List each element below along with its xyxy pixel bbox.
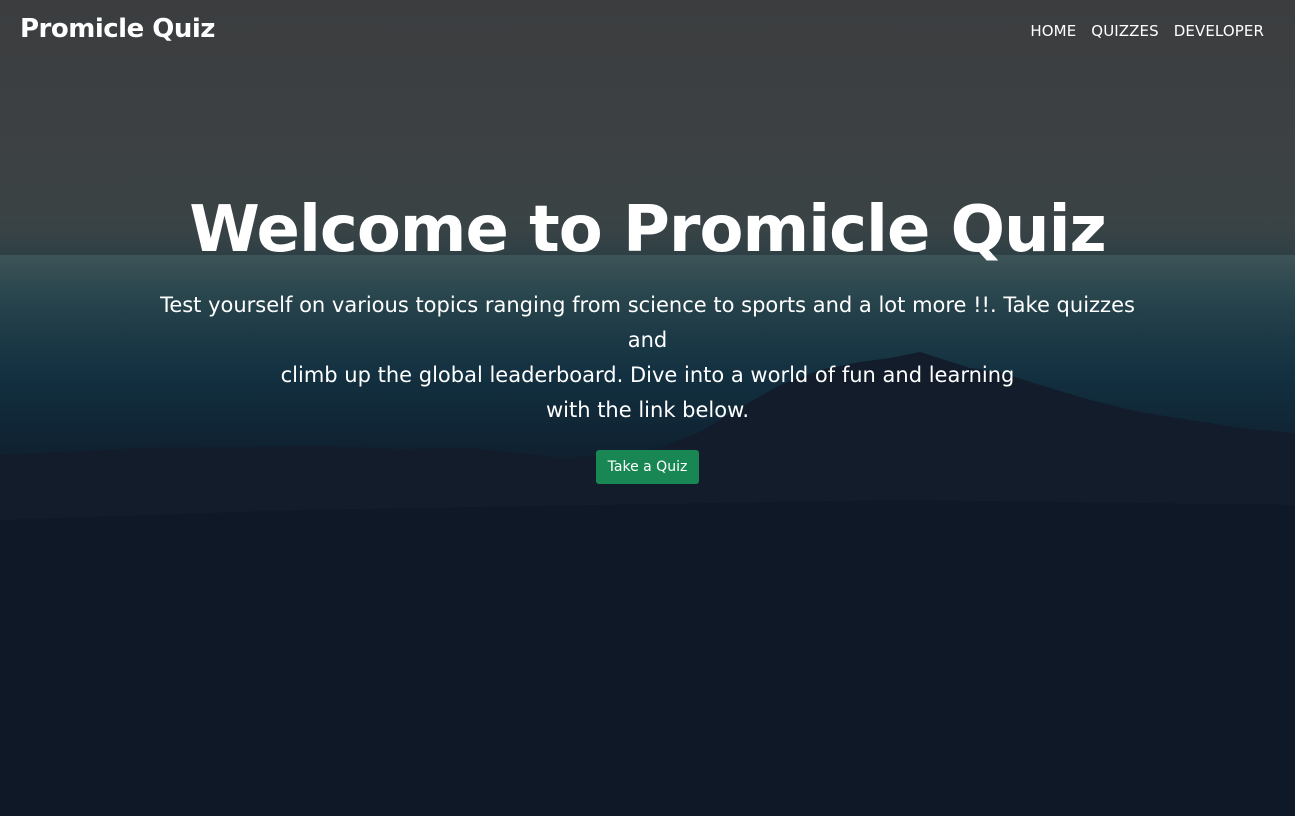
nav-link-developer[interactable]: DEVELOPER <box>1174 22 1264 40</box>
navbar: Promicle Quiz HOME QUIZZES DEVELOPER <box>0 0 1295 64</box>
nav-link-home[interactable]: HOME <box>1030 22 1076 40</box>
nav-link-quizzes[interactable]: QUIZZES <box>1091 22 1158 40</box>
hero-description-line: with the link below. <box>545 398 750 422</box>
brand-logo[interactable]: Promicle Quiz <box>20 14 215 44</box>
hero-section: Welcome to Promicle Quiz Test yourself o… <box>0 190 1295 484</box>
take-quiz-button[interactable]: Take a Quiz <box>595 450 700 484</box>
hero-description-line: Test yourself on various topics ranging … <box>160 293 1135 352</box>
nav-links: HOME QUIZZES DEVELOPER <box>1030 22 1264 40</box>
foreground-shadow <box>0 500 1295 816</box>
hero-description-line: climb up the global leaderboard. Dive in… <box>280 363 1015 387</box>
hero-description: Test yourself on various topics ranging … <box>143 288 1153 428</box>
hero-title: Welcome to Promicle Quiz <box>189 193 1107 267</box>
